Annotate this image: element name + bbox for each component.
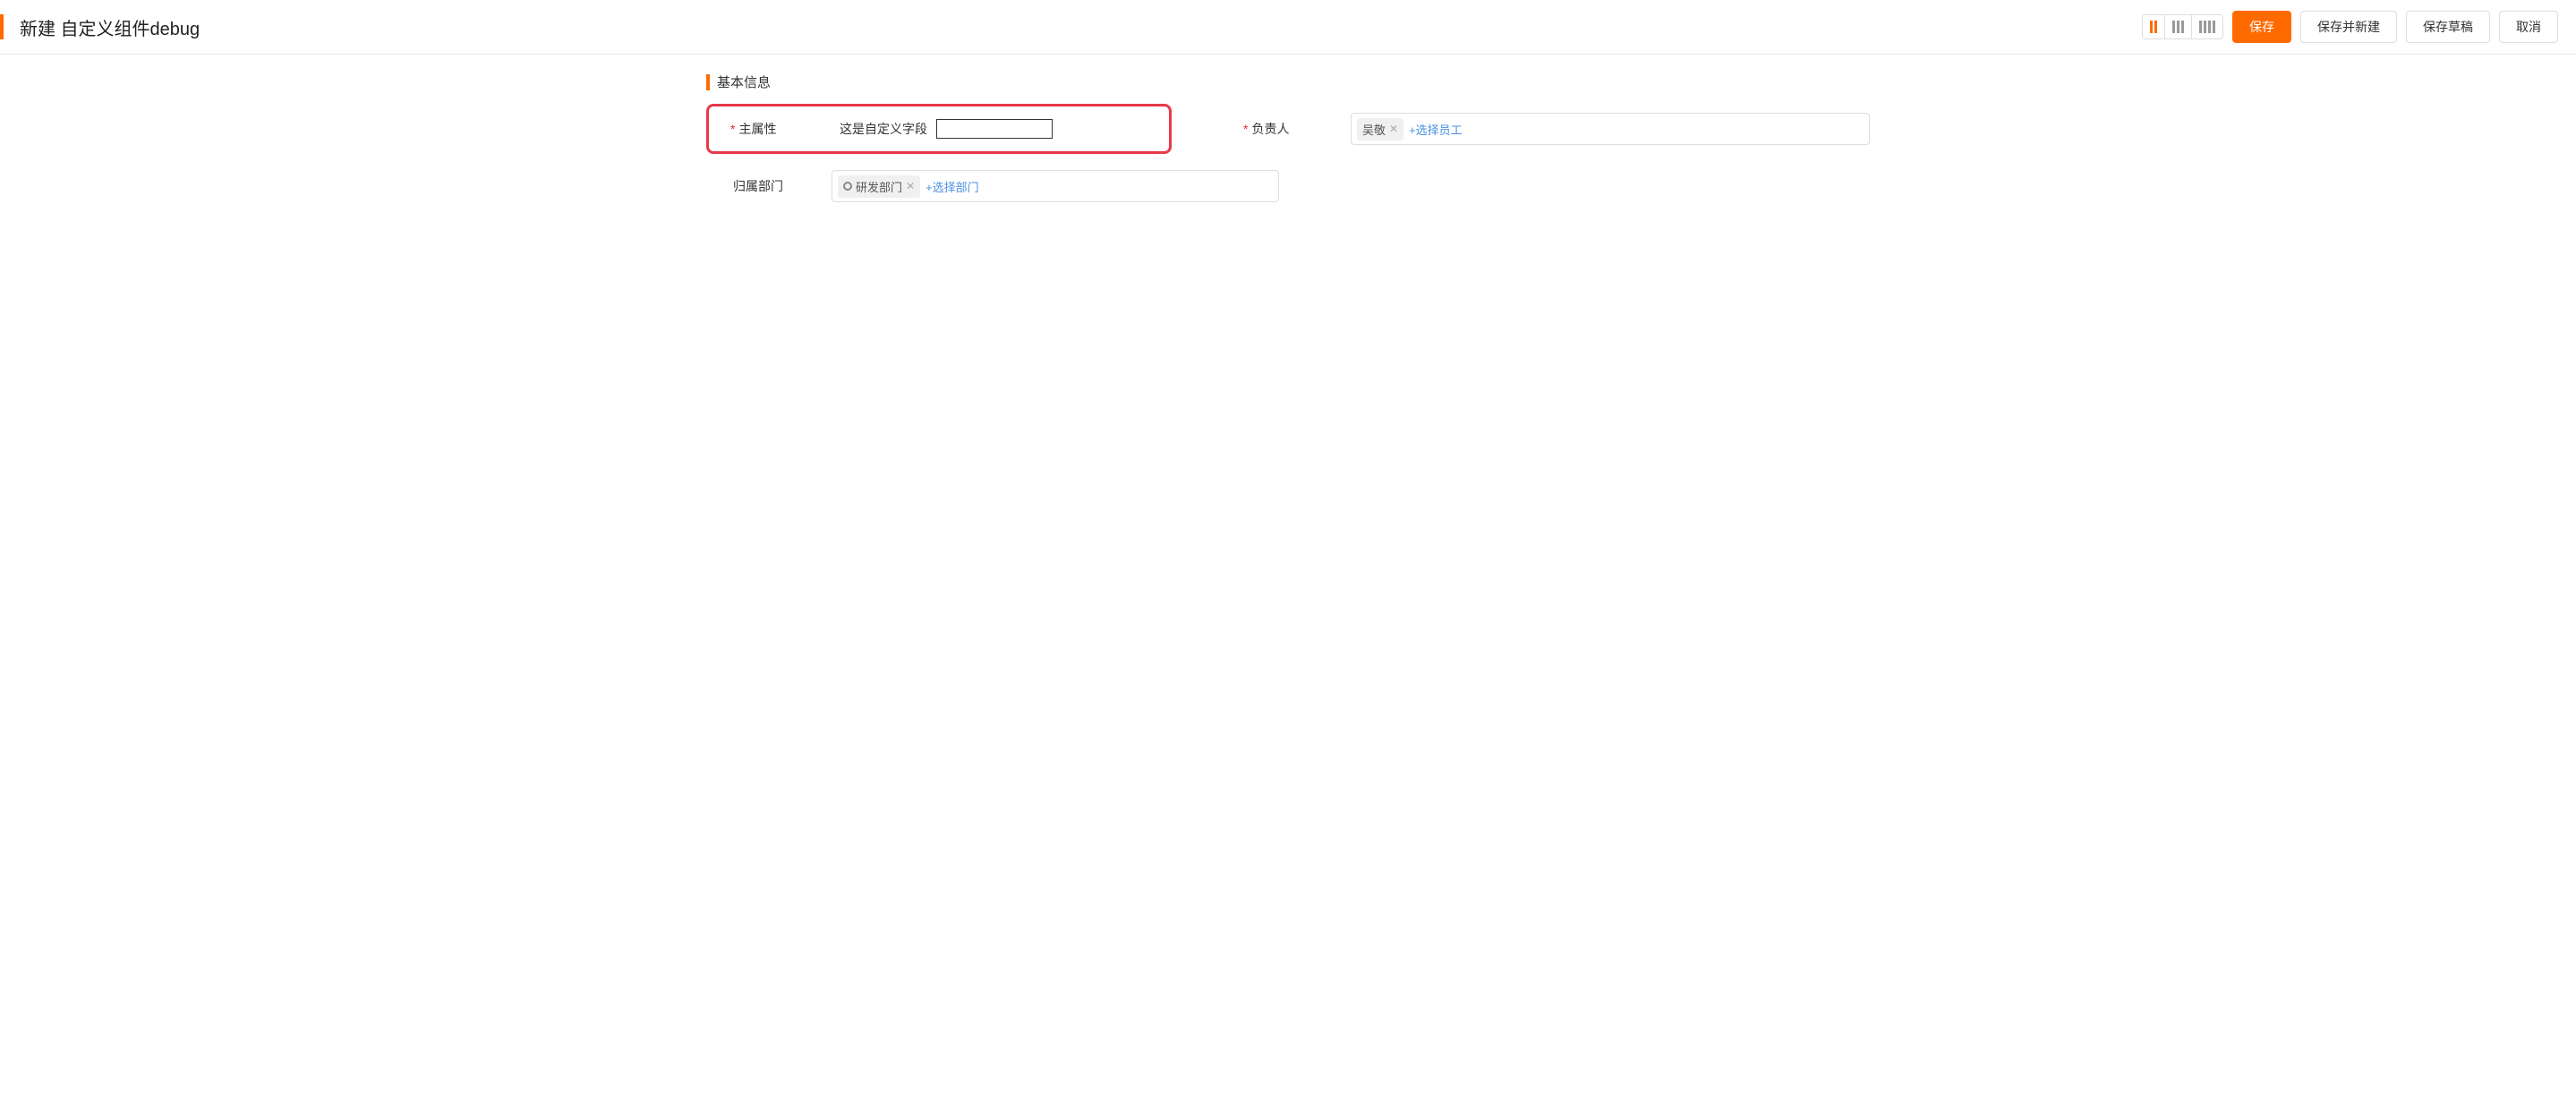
custom-field-prefix: 这是自定义字段 [840,122,927,136]
save-draft-button[interactable]: 保存草稿 [2406,11,2490,43]
department-label: 归属部门 [706,177,832,195]
save-and-new-button[interactable]: 保存并新建 [2300,11,2397,43]
layout-4col-button[interactable] [2192,15,2222,38]
form-section: 基本信息 * 主属性 这是自定义字段 * 负责人 [688,72,1888,202]
owner-label: * 负责人 [1225,120,1351,138]
content-area: 基本信息 * 主属性 这是自定义字段 * 负责人 [0,55,2576,236]
department-control: 研发部门 ✕ +选择部门 [832,170,1279,202]
save-button[interactable]: 保存 [2232,11,2291,43]
department-tag-text: 研发部门 [856,178,902,195]
form-row-1: * 主属性 这是自定义字段 * 负责人 吴敬 ✕ [706,104,1870,154]
required-icon: * [1243,122,1248,136]
columns-4-icon [2199,21,2215,33]
header-left: 新建 自定义组件debug [0,14,200,40]
close-icon[interactable]: ✕ [906,180,915,192]
columns-2-icon [2150,21,2157,33]
page-header: 新建 自定义组件debug 保存 保存并新建 保存草稿 取消 [0,0,2576,55]
required-icon: * [730,122,735,136]
circle-icon [843,182,852,191]
add-department-link[interactable]: +选择部门 [925,178,979,195]
header-actions: 保存 保存并新建 保存草稿 取消 [2142,11,2558,43]
form-row-2: 归属部门 研发部门 ✕ +选择部门 [706,170,1870,202]
add-employee-link[interactable]: +选择员工 [1409,121,1463,138]
main-property-label: * 主属性 [723,120,840,138]
owner-tag-input[interactable]: 吴敬 ✕ +选择员工 [1351,113,1870,145]
columns-3-icon [2172,21,2184,33]
department-label-text: 归属部门 [733,177,783,195]
owner-field: * 负责人 吴敬 ✕ +选择员工 [1225,104,1870,154]
owner-tag: 吴敬 ✕ [1357,118,1403,140]
layout-2col-button[interactable] [2143,15,2165,38]
department-tag-input[interactable]: 研发部门 ✕ +选择部门 [832,170,1279,202]
page-title: 新建 自定义组件debug [20,14,200,40]
department-tag: 研发部门 ✕ [838,175,920,198]
main-property-input[interactable] [936,119,1053,139]
main-property-field-highlight: * 主属性 这是自定义字段 [706,104,1172,154]
section-title: 基本信息 [717,72,771,91]
section-accent-bar [706,74,710,90]
cancel-button[interactable]: 取消 [2499,11,2558,43]
accent-bar [0,14,4,39]
layout-toggle-group [2142,14,2223,39]
close-icon[interactable]: ✕ [1389,123,1398,135]
empty-cell [1333,170,1870,202]
layout-3col-button[interactable] [2165,15,2192,38]
owner-tag-text: 吴敬 [1362,121,1386,138]
department-field: 归属部门 研发部门 ✕ +选择部门 [706,170,1279,202]
owner-label-text: 负责人 [1251,120,1289,138]
owner-control: 吴敬 ✕ +选择员工 [1351,113,1870,145]
main-property-control: 这是自定义字段 [840,119,1155,139]
main-property-label-text: 主属性 [738,120,776,138]
section-header: 基本信息 [706,72,1870,91]
